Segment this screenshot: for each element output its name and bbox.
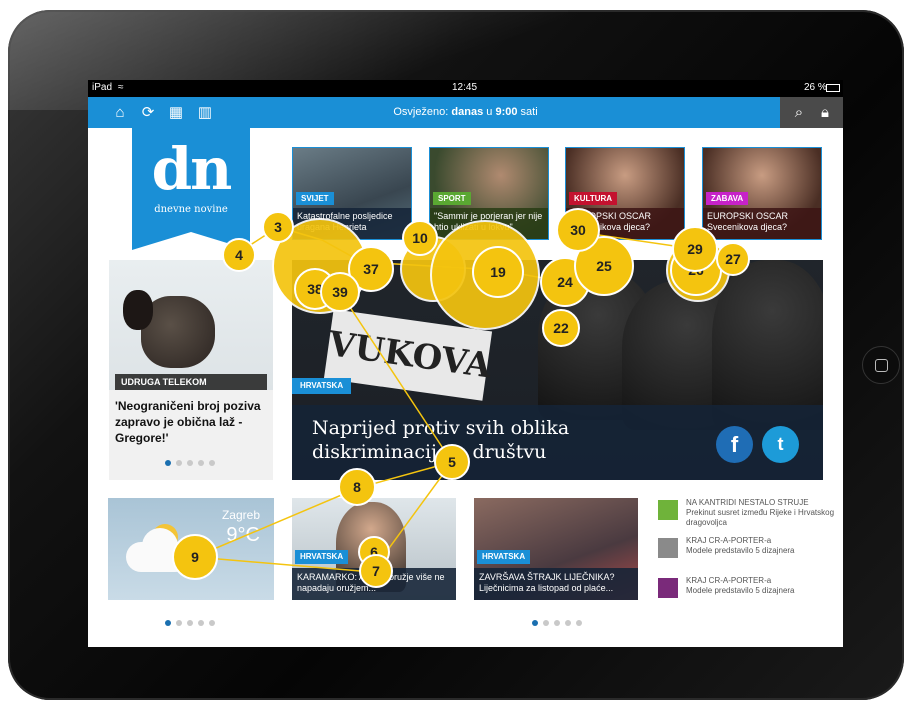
news-text: Modele predstavilo 5 dizajnera [686,546,795,555]
battery-icon [826,84,840,92]
news-text: Prekinut susret između Rijeke i Hrvatsko… [686,508,835,527]
camera-dot [34,358,42,366]
logo-mark: dn [151,135,233,203]
tile-tag: SPORT [433,192,471,205]
news-title: KRAJ CR-A-PORTER-a [686,536,772,545]
news-color-square [658,500,678,520]
top-tile[interactable]: ZABAVA EUROPSKI OSCAR Svecenikova djeca? [702,147,822,240]
tile-caption: "Sammir je porjeran jer nije htio ukliza… [430,208,548,239]
refresh-status: Osvježeno: danas u 9:00 sati [393,106,538,118]
twitter-icon[interactable]: t [762,426,799,463]
bottom-tile[interactable]: HRVATSKA KARAMARKO: Ako se oružje više n… [292,498,456,600]
pager-dots[interactable] [165,620,220,626]
status-bar: iPad ≈ 12:45 26 % [88,80,843,97]
hero-article[interactable]: VUKOVA HRVATSKA Naprijed protiv svih obl… [292,260,823,480]
pager-dots[interactable] [532,620,587,626]
logo-notch [132,232,250,250]
left-article-card[interactable]: UDRUGA TELEKOM 'Neograničeni broj poziva… [109,260,273,480]
bottom-tile[interactable]: HRVATSKA ZAVRŠAVA ŠTRAJK LIJEČNIKA? Lije… [474,498,638,600]
battery-level: 26 % [804,82,827,93]
top-tile[interactable]: SVIJET Katastrofalne posljedice uragana … [292,147,412,240]
article-image [109,260,273,390]
hero-title: Naprijed protiv svih oblika diskriminaci… [312,417,570,463]
article-title: 'Neograničeni broj poziva zapravo je obi… [115,399,261,445]
app-bar: ⌂ ⟳ ▦ ▥ Osvježeno: danas u 9:00 sati ⌕ 🔒… [88,97,843,128]
tile-tag: KULTURA [569,192,618,205]
home-button[interactable] [862,346,900,384]
wifi-icon: ≈ [118,82,124,93]
weather-temp: 9°C [226,524,260,546]
tile-caption: KARAMARKO: Ako se oružje više ne napadaj… [292,568,456,600]
screen: iPad ≈ 12:45 26 % ⌂ ⟳ ▦ ▥ Osvježeno: dan… [88,80,843,647]
article-tag: UDRUGA TELEKOM [115,374,267,390]
lock-icon[interactable]: 🔒︎ [814,97,836,128]
news-color-square [658,578,678,598]
search-icon[interactable]: ⌕ [788,97,810,128]
tile-tag: SVIJET [296,192,334,205]
top-tile[interactable]: KULTURA EUROPSKI OSCAR Svecenikova djeca… [565,147,685,240]
facebook-icon[interactable]: f [716,426,753,463]
tile-caption: EUROPSKI OSCAR Svecenikova djeca? [703,208,821,239]
news-title: KRAJ CR-A-PORTER-a [686,576,772,585]
weather-widget[interactable]: Zagreb 9°C [108,498,274,600]
news-title: NA KANTRIDI NESTALO STRUJE [686,498,809,507]
toolbar-right: ⌕ 🔒︎ [780,97,843,128]
cloud-icon [126,542,190,572]
tile-tag: HRVATSKA [477,550,531,564]
weather-city: Zagreb [221,508,260,522]
sheep-head [123,290,153,330]
tile-caption: EUROPSKI OSCAR Svecenikova djeca? [566,208,684,239]
tile-tag: ZABAVA [706,192,749,205]
logo-name: dnevne novine [154,204,228,215]
tile-caption: ZAVRŠAVA ŠTRAJK LIJEČNIKA? Liječnicima z… [474,568,638,600]
tile-tag: HRVATSKA [295,550,349,564]
news-color-square [658,538,678,558]
top-tile[interactable]: SPORT "Sammir je porjeran jer nije htio … [429,147,549,240]
hero-tag: HRVATSKA [292,378,352,394]
tile-caption: Katastrofalne posljedice uragana Henriet… [293,208,411,239]
clock: 12:45 [452,82,478,93]
device-label: iPad [92,82,113,93]
news-text: Modele predstavilo 5 dizajnera [686,586,795,595]
pager-dots[interactable] [165,460,220,466]
